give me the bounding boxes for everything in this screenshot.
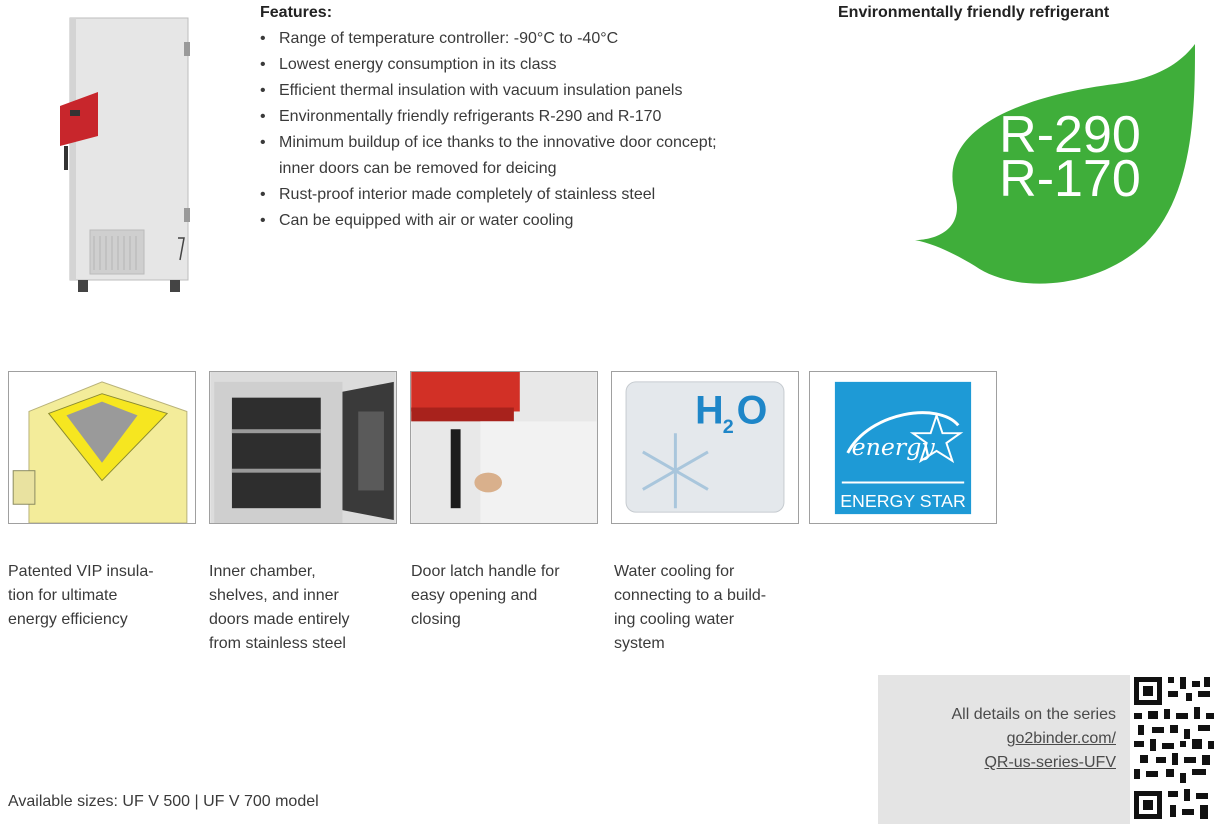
- qr-code[interactable]: [1130, 673, 1215, 824]
- caption-water-cooling: Water cooling for connecting to a build-…: [614, 563, 767, 652]
- energy-star-thumbnail: energy ENERGY STAR: [809, 371, 997, 524]
- energy-star-label: ENERGY STAR: [840, 491, 966, 511]
- feature-item: Can be equipped with air or water coolin…: [260, 208, 820, 234]
- refrigerant-line2: R-170: [999, 150, 1141, 208]
- details-box: All details on the series go2binder.com/…: [878, 675, 1138, 824]
- details-label: All details on the series: [951, 706, 1116, 723]
- feature-item: Environmentally friendly refrigerants R-…: [260, 104, 820, 130]
- features-list: Range of temperature controller: -90°C t…: [260, 26, 820, 234]
- refrigerant-leaf-logo: R-290 R-170: [895, 44, 1197, 290]
- caption-vip-insulation: Patented VIP insula- tion for ultimate e…: [8, 563, 154, 628]
- refrigerant-title: Environmentally friendly refrigerant: [838, 4, 1110, 21]
- details-link[interactable]: go2binder.com/ QR-us-series-UFV: [951, 727, 1116, 775]
- door-latch-thumbnail: [410, 371, 598, 524]
- inner-chamber-thumbnail: [209, 371, 397, 524]
- feature-item: Rust-proof interior made completely of s…: [260, 182, 820, 208]
- features-section: Features: Range of temperature controlle…: [260, 4, 820, 234]
- caption-door-latch: Door latch handle for easy opening and c…: [411, 563, 560, 628]
- freezer-product-image: [60, 12, 200, 302]
- caption-inner-chamber: Inner chamber, shelves, and inner doors …: [209, 563, 350, 652]
- feature-item: Range of temperature controller: -90°C t…: [260, 26, 820, 52]
- feature-item: Lowest energy consumption in its class: [260, 52, 820, 78]
- vip-insulation-thumbnail: [8, 371, 196, 524]
- feature-item: Minimum buildup of ice thanks to the inn…: [260, 130, 749, 182]
- feature-item: Efficient thermal insulation with vacuum…: [260, 78, 820, 104]
- h2o-o: O: [737, 388, 768, 432]
- h2o-subscript: 2: [723, 416, 734, 438]
- h2o-h: H: [695, 388, 724, 432]
- features-heading: Features:: [260, 4, 333, 21]
- water-cooling-thumbnail: H 2 O: [611, 371, 799, 524]
- available-sizes-text: Available sizes: UF V 500 | UF V 700 mod…: [8, 793, 319, 810]
